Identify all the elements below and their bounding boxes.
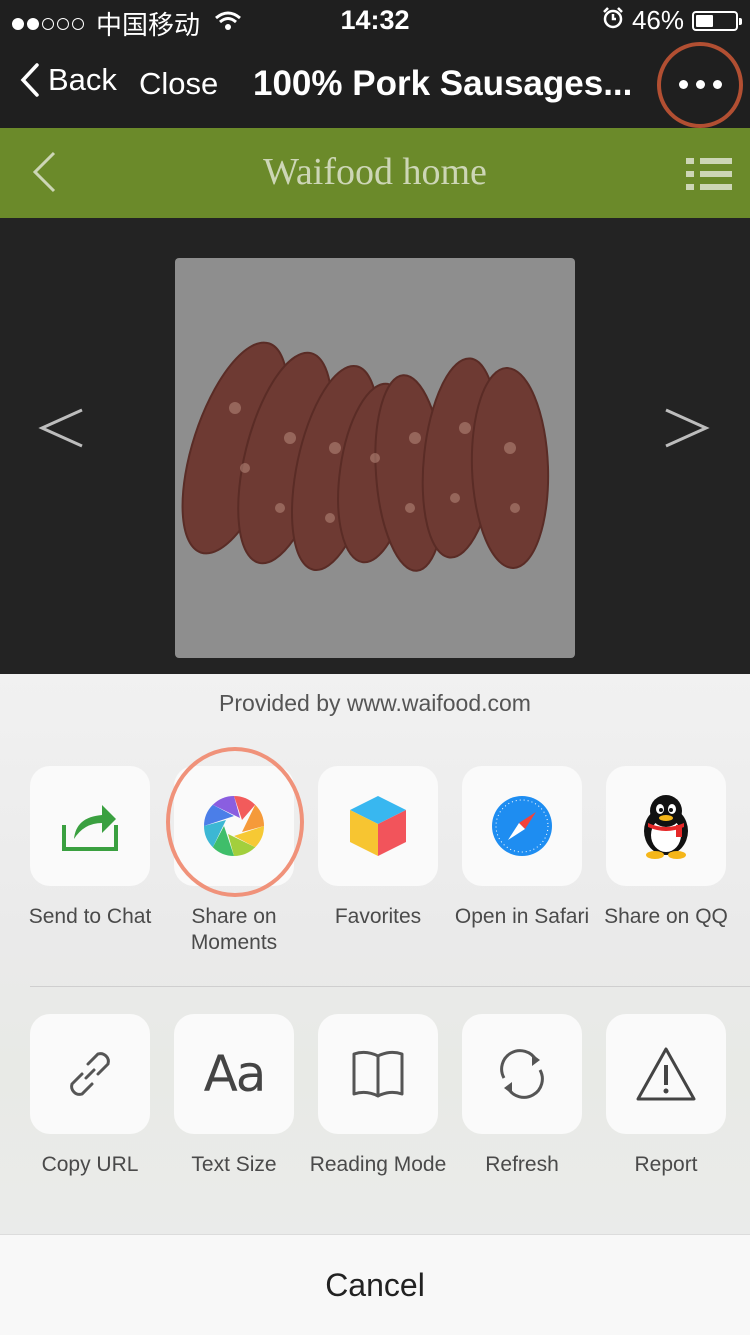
share-on-qq-button[interactable] [606,766,726,886]
chevron-left-icon [20,63,39,97]
refresh-icon [500,1049,544,1099]
favorites-button[interactable] [318,766,438,886]
send-to-chat-label: Send to Chat [28,905,152,928]
text-size-button[interactable]: Aa [174,1014,294,1134]
copy-url-label: Copy URL [41,1153,139,1176]
share-on-qq-label: Share on QQ [604,905,728,928]
reading-mode-button[interactable] [318,1014,438,1134]
site-header: Waifood home [0,128,750,218]
warning-icon [636,1047,696,1101]
refresh-label: Refresh [485,1153,559,1176]
chevron-left-icon[interactable] [38,406,86,450]
browser-nav-bar: Back Close 100% Pork Sausages... [0,40,750,128]
favorites-label: Favorites [334,905,422,928]
link-icon [70,1052,110,1096]
battery-icon [692,10,742,31]
send-to-chat-button[interactable] [30,766,150,886]
provided-by-text: Provided by www.waifood.com [219,690,531,716]
battery-percent: 46% [631,5,684,35]
back-button[interactable]: Back [20,62,117,98]
reading-mode-label: Reading Mode [309,1153,447,1176]
cancel-button[interactable]: Cancel [0,1234,750,1335]
site-title: Waifood home [263,151,487,193]
close-button[interactable]: Close [139,66,218,102]
page-title: 100% Pork Sausages... [253,64,633,103]
send-to-chat-icon [62,805,118,851]
safari-compass-icon [492,796,552,856]
alarm-icon [602,5,624,36]
divider [30,986,750,987]
report-button[interactable] [606,1014,726,1134]
book-icon [352,1050,404,1098]
back-label: Back [48,62,117,97]
refresh-button[interactable] [462,1014,582,1134]
pork-sausages-photo [175,258,575,658]
list-menu-icon[interactable] [686,156,732,192]
share-on-moments-label: Share on Moments [190,905,278,954]
copy-url-button[interactable] [30,1014,150,1134]
open-in-safari-label: Open in Safari [454,905,590,928]
qq-penguin-icon [644,795,688,859]
text-size-label: Text Size [191,1153,277,1176]
status-bar: 中国移动 14:32 46% [0,0,750,40]
text-size-icon: Aa [203,1045,267,1103]
favorites-cube-icon [350,796,406,856]
highlight-circle-moments [166,747,304,897]
report-label: Report [634,1153,698,1176]
chevron-right-icon[interactable] [662,406,710,450]
image-gallery [0,218,750,674]
highlight-circle-more [657,42,743,128]
status-right: 46% [602,5,742,36]
open-in-safari-button[interactable] [462,766,582,886]
